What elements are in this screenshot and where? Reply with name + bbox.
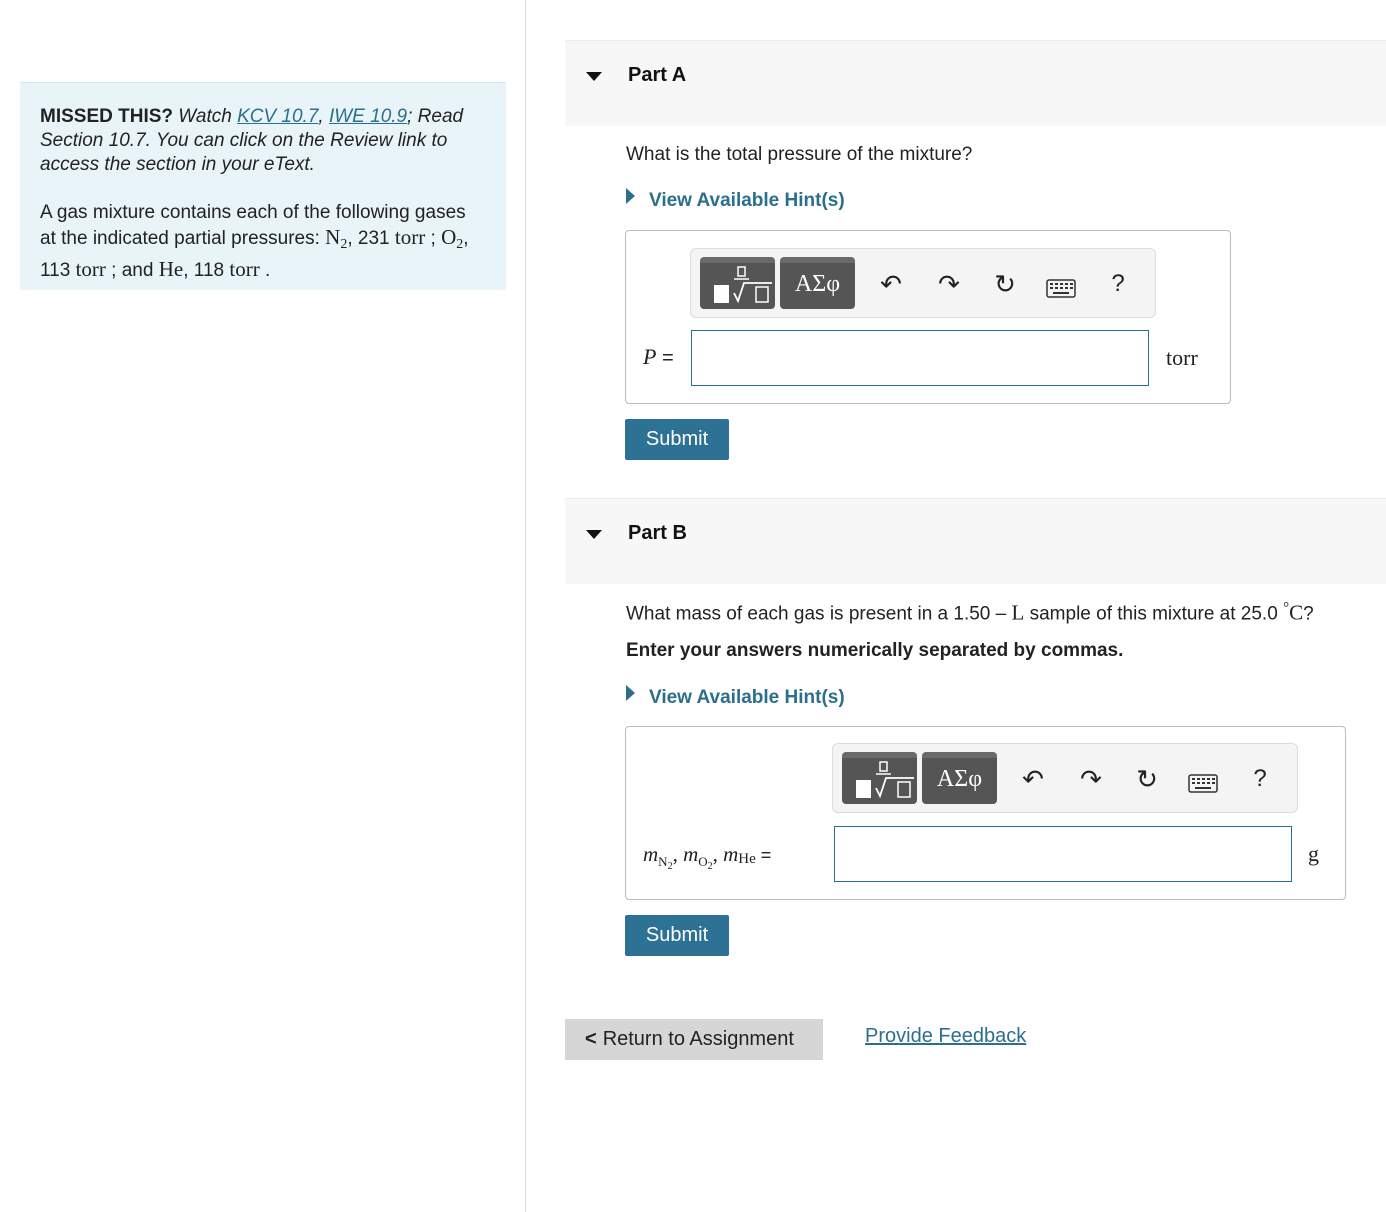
part-b-instruction: Enter your answers numerically separated… xyxy=(626,640,1124,661)
pressure-label: P = xyxy=(643,344,674,369)
caret-right-icon xyxy=(626,188,635,204)
reset-icon[interactable]: ↻ xyxy=(989,269,1021,299)
part-b-title: Part B xyxy=(628,522,687,544)
part-b-header[interactable]: Part B xyxy=(565,498,1386,584)
part-a-unit: torr xyxy=(1166,345,1198,370)
part-b-answer-input[interactable] xyxy=(834,826,1292,882)
part-a-header[interactable]: Part A xyxy=(565,40,1386,126)
fraction-sqrt-icon xyxy=(714,266,772,304)
missed-label: MISSED THIS? xyxy=(40,106,174,127)
fraction-sqrt-icon xyxy=(856,761,914,799)
collapse-triangle-icon[interactable] xyxy=(586,530,602,539)
templates-button[interactable] xyxy=(700,257,775,309)
greek-symbols-button[interactable]: ΑΣφ xyxy=(922,752,997,804)
undo-icon[interactable]: ↶ xyxy=(1017,764,1049,794)
part-b-hint-toggle[interactable]: View Available Hint(s) xyxy=(626,685,845,709)
part-a-submit-button[interactable]: Submit xyxy=(625,419,729,460)
part-b-math-toolbar: ΑΣφ ↶ ↷ ↻ ? xyxy=(832,743,1298,813)
part-a-question: What is the total pressure of the mixtur… xyxy=(626,144,973,165)
help-button[interactable]: ? xyxy=(1102,269,1134,299)
collapse-triangle-icon[interactable] xyxy=(586,72,602,81)
kcv-link[interactable]: KCV 10.7 xyxy=(237,106,318,127)
caret-right-icon xyxy=(626,685,635,701)
part-a-title: Part A xyxy=(628,64,687,86)
reset-icon[interactable]: ↻ xyxy=(1131,764,1163,794)
templates-button[interactable] xyxy=(842,752,917,804)
part-a-answer-input[interactable] xyxy=(691,330,1149,386)
redo-icon[interactable]: ↷ xyxy=(1075,764,1107,794)
chevron-left-icon: < xyxy=(585,1028,597,1050)
keyboard-icon[interactable] xyxy=(1046,279,1076,304)
missed-this-text: MISSED THIS? Watch KCV 10.7, IWE 10.9; R… xyxy=(40,106,464,175)
iwe-link[interactable]: IWE 10.9 xyxy=(329,106,407,127)
part-a-math-toolbar: ΑΣφ ↶ ↷ ↻ ? xyxy=(690,248,1156,318)
part-b-question: What mass of each gas is present in a 1.… xyxy=(626,600,1314,625)
keyboard-icon[interactable] xyxy=(1188,774,1218,799)
provide-feedback-link[interactable]: Provide Feedback xyxy=(865,1025,1026,1048)
part-b-unit: g xyxy=(1308,841,1319,866)
redo-icon[interactable]: ↷ xyxy=(933,269,965,299)
undo-icon[interactable]: ↶ xyxy=(875,269,907,299)
part-a-answer-box: ΑΣφ ↶ ↷ ↻ ? P = torr xyxy=(625,230,1231,404)
mass-variables-label: mN2, mO2, mHe = xyxy=(643,842,772,872)
part-a-hint-toggle[interactable]: View Available Hint(s) xyxy=(626,188,845,212)
greek-symbols-button[interactable]: ΑΣφ xyxy=(780,257,855,309)
help-button[interactable]: ? xyxy=(1244,764,1276,794)
missed-this-panel: MISSED THIS? Watch KCV 10.7, IWE 10.9; R… xyxy=(20,82,506,290)
problem-statement: A gas mixture contains each of the follo… xyxy=(40,202,469,281)
return-to-assignment-button[interactable]: < Return to Assignment xyxy=(565,1019,823,1060)
part-b-answer-box: ΑΣφ ↶ ↷ ↻ ? mN2, mO2, mHe = g xyxy=(625,726,1346,900)
part-b-submit-button[interactable]: Submit xyxy=(625,915,729,956)
column-divider xyxy=(525,0,526,1212)
